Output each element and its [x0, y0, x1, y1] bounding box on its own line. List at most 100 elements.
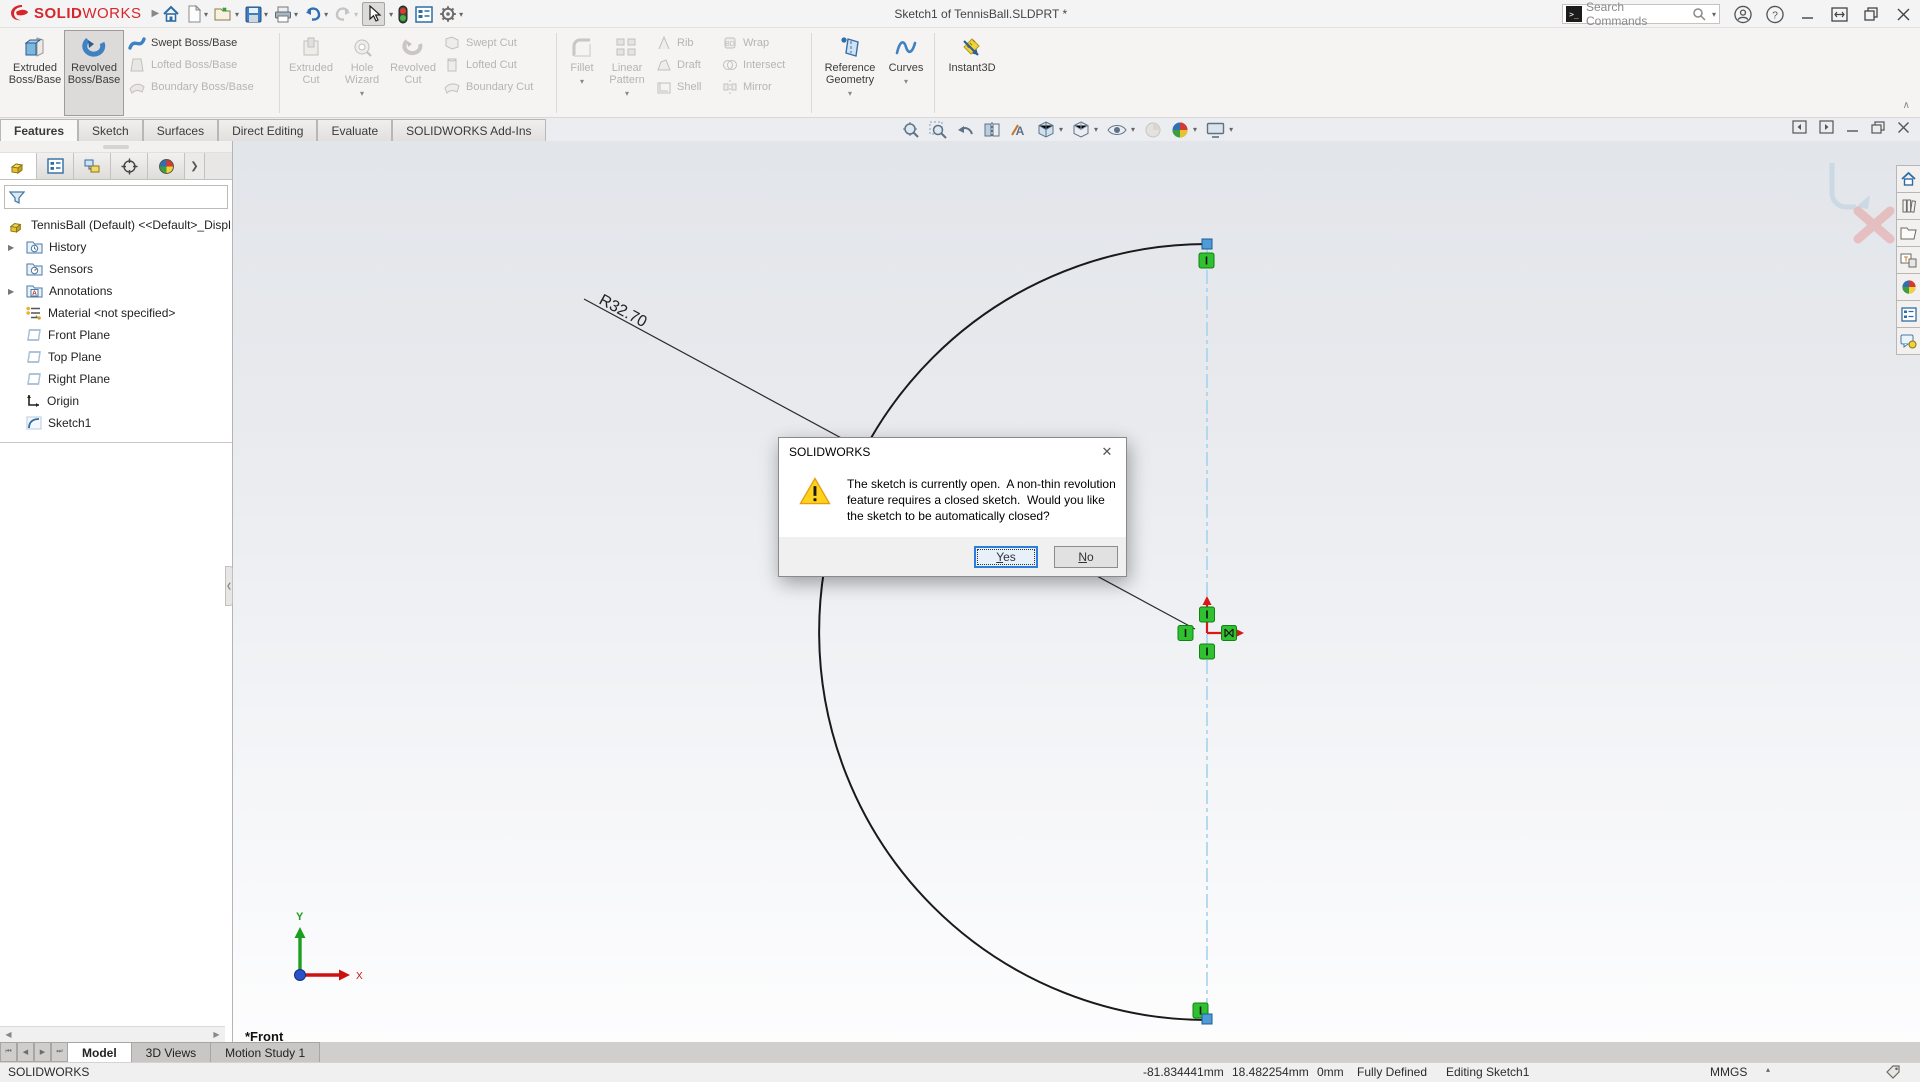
previous-view-button[interactable]: [956, 122, 974, 138]
tab-features[interactable]: Features: [0, 119, 78, 141]
help-button[interactable]: ?: [1766, 5, 1784, 23]
mirror-button[interactable]: Mirror: [722, 78, 802, 96]
extruded-boss-base-button[interactable]: Extruded Boss/Base: [6, 30, 64, 116]
apply-scene-dropdown[interactable]: ▾: [1193, 125, 1197, 134]
instant3d-button[interactable]: Instant3D: [940, 30, 1004, 116]
appearances-scenes-button[interactable]: [1897, 274, 1920, 300]
next-tab-button[interactable]: ▶: [34, 1042, 51, 1062]
hole-wizard-dropdown[interactable]: ▾: [360, 88, 364, 100]
zoom-to-fit-button[interactable]: [902, 121, 920, 139]
restore-button[interactable]: [1862, 5, 1880, 23]
view-settings-button[interactable]: ▾: [1206, 122, 1233, 138]
feature-tree-filter-input[interactable]: [29, 190, 223, 204]
panel-resize-handle[interactable]: [0, 141, 232, 153]
view-orientation-dropdown[interactable]: ▾: [1059, 125, 1063, 134]
scroll-left-button[interactable]: ◀: [0, 1027, 17, 1042]
tree-item-sketch1[interactable]: Sketch1: [0, 412, 232, 434]
tab-feature-tree[interactable]: [0, 153, 37, 179]
print-button[interactable]: ▾: [272, 2, 300, 26]
swept-boss-base-button[interactable]: Swept Boss/Base: [128, 34, 270, 52]
file-properties-button[interactable]: [413, 2, 435, 26]
ribbon-collapse-chevron[interactable]: ∧: [1903, 100, 1910, 111]
close-button[interactable]: [1894, 5, 1912, 23]
edit-appearance-button[interactable]: [1144, 121, 1162, 139]
tab-evaluate[interactable]: Evaluate: [317, 119, 392, 141]
revolved-cut-button[interactable]: Revolved Cut: [387, 30, 439, 116]
section-view-button[interactable]: [983, 122, 1001, 138]
undo-button[interactable]: ▾: [302, 2, 330, 26]
open-document-button[interactable]: ▾: [212, 2, 241, 26]
tab-motion-study-1[interactable]: Motion Study 1: [211, 1042, 320, 1062]
tab-sketch[interactable]: Sketch: [78, 119, 143, 141]
curves-button[interactable]: Curves ▾: [883, 30, 929, 116]
prev-tab-button[interactable]: ◀: [17, 1042, 34, 1062]
first-tab-button[interactable]: ⏮: [0, 1042, 17, 1062]
tree-item-material[interactable]: Material <not specified>: [0, 302, 232, 324]
constraint-box-above-origin[interactable]: [1200, 607, 1215, 622]
intersect-button[interactable]: Intersect: [722, 56, 802, 74]
select-tool-button[interactable]: [362, 2, 385, 26]
hide-show-dropdown[interactable]: ▾: [1131, 125, 1135, 134]
rebuild-button[interactable]: [395, 2, 411, 26]
tree-root-part[interactable]: TennisBall (Default) <<Default>_Displ: [0, 214, 232, 236]
yes-button[interactable]: Yes: [974, 546, 1038, 568]
reference-geometry-dropdown[interactable]: ▾: [848, 88, 852, 100]
constraint-box-right-origin[interactable]: [1222, 626, 1237, 641]
display-style-button[interactable]: ▾: [1072, 121, 1098, 139]
pane-left-button[interactable]: [1792, 120, 1807, 134]
revolved-boss-base-button[interactable]: Revolved Boss/Base: [64, 30, 124, 116]
rib-button[interactable]: Rib: [656, 34, 714, 52]
dialog-titlebar[interactable]: SOLIDWORKS ✕: [779, 438, 1126, 466]
pane-right-button[interactable]: [1819, 120, 1834, 134]
fillet-dropdown[interactable]: ▾: [580, 76, 584, 88]
expand-arrow-icon[interactable]: ▶: [8, 287, 14, 296]
swept-cut-button[interactable]: Swept Cut: [443, 34, 547, 52]
minimize-button[interactable]: [1798, 5, 1816, 23]
search-commands-box[interactable]: >_ Search Commands ▾: [1562, 4, 1720, 24]
doc-close-button[interactable]: [1897, 121, 1910, 134]
tree-item-origin[interactable]: Origin: [0, 390, 232, 412]
redo-button[interactable]: ▾: [332, 2, 360, 26]
boundary-cut-button[interactable]: Boundary Cut: [443, 78, 547, 96]
arc-endpoint-top[interactable]: [1202, 239, 1212, 249]
tab-direct-editing[interactable]: Direct Editing: [218, 119, 317, 141]
exit-sketch-icon[interactable]: [1832, 163, 1856, 207]
boundary-boss-base-button[interactable]: Boundary Boss/Base: [128, 78, 270, 96]
sketch-arc[interactable]: [819, 244, 1207, 1020]
apply-scene-button[interactable]: ▾: [1171, 121, 1197, 139]
constraint-vertical-top[interactable]: [1199, 253, 1214, 268]
arc-endpoint-bottom[interactable]: [1202, 1014, 1212, 1024]
units-dropdown-arrow[interactable]: ▴: [1766, 1065, 1770, 1074]
linear-pattern-dropdown[interactable]: ▾: [625, 88, 629, 100]
home-tab-button[interactable]: [1897, 166, 1920, 192]
panel-collapse-handle[interactable]: ❮: [225, 566, 233, 606]
linear-pattern-button[interactable]: Linear Pattern ▾: [602, 30, 652, 116]
search-icon[interactable]: [1692, 7, 1706, 21]
home-button[interactable]: [160, 2, 182, 26]
expand-panes-button[interactable]: [1830, 5, 1848, 23]
status-units[interactable]: MMGS: [1710, 1065, 1747, 1079]
tree-item-front-plane[interactable]: Front Plane: [0, 324, 232, 346]
solidworks-forum-button[interactable]: [1897, 328, 1920, 354]
hide-show-items-button[interactable]: ▾: [1107, 123, 1135, 137]
radius-dimension-text[interactable]: R32.70: [596, 292, 650, 332]
constraint-box-below-origin[interactable]: [1200, 644, 1215, 659]
tab-dimxpert-manager[interactable]: [111, 153, 148, 179]
reference-geometry-button[interactable]: Reference Geometry ▾: [817, 30, 883, 116]
expand-arrow-icon[interactable]: ▶: [8, 243, 14, 252]
lofted-boss-base-button[interactable]: Lofted Boss/Base: [128, 56, 270, 74]
doc-restore-button[interactable]: [1871, 121, 1885, 134]
extruded-cut-button[interactable]: Extruded Cut: [285, 30, 337, 116]
no-button[interactable]: No: [1054, 546, 1118, 568]
dialog-close-button[interactable]: ✕: [1098, 443, 1116, 461]
design-library-button[interactable]: [1897, 193, 1920, 219]
zoom-to-area-button[interactable]: [929, 121, 947, 139]
tree-item-right-plane[interactable]: Right Plane: [0, 368, 232, 390]
tab-model[interactable]: Model: [68, 1042, 132, 1062]
tab-display-manager[interactable]: [148, 153, 185, 179]
doc-minimize-button[interactable]: [1846, 121, 1859, 134]
search-dropdown[interactable]: ▾: [1712, 10, 1716, 19]
tab-surfaces[interactable]: Surfaces: [143, 119, 218, 141]
status-tag-icon[interactable]: [1886, 1065, 1901, 1082]
graphics-area[interactable]: R32.70: [0, 141, 1920, 1042]
